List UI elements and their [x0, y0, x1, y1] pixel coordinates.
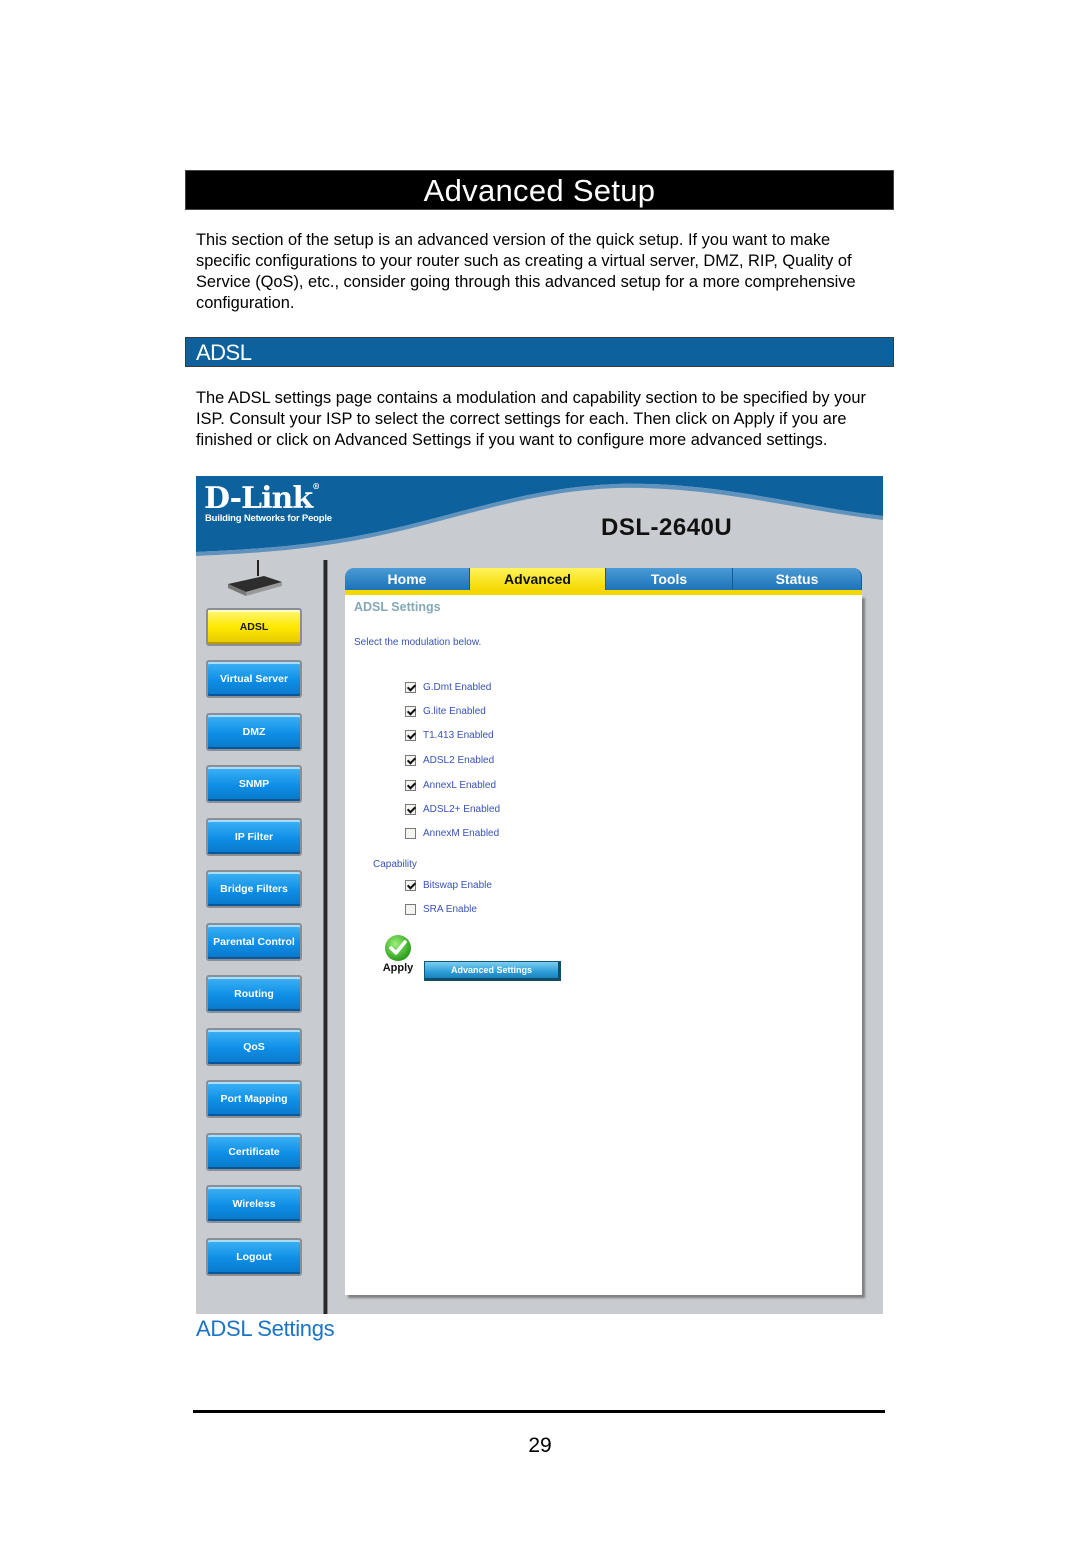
option-glite: G.lite Enabled	[405, 704, 486, 718]
apply-button[interactable]: Apply	[380, 935, 416, 979]
option-bitswap: Bitswap Enable	[405, 878, 492, 892]
glite-checkbox[interactable]	[405, 705, 416, 717]
section-paragraph: The ADSL settings page contains a modula…	[196, 389, 866, 449]
brand-name: D-Link	[204, 481, 313, 516]
apply-label: Apply	[382, 962, 414, 974]
sidebar-item-logout[interactable]: Logout	[206, 1238, 302, 1276]
registered-mark: ®	[312, 481, 320, 491]
brand-tagline: Building Networks for People	[205, 513, 332, 524]
option-adsl2: ADSL2 Enabled	[405, 753, 494, 767]
option-t1413: T1.413 Enabled	[405, 728, 494, 742]
annexm-checkbox[interactable]	[405, 827, 416, 839]
sidebar-item-ip-filter[interactable]: IP Filter	[206, 818, 302, 856]
adsl2plus-checkbox[interactable]	[405, 803, 416, 815]
model-name: DSL-2640U	[601, 514, 733, 541]
sidebar-item-parental-control[interactable]: Parental Control	[206, 923, 302, 961]
tab-advanced[interactable]: Advanced	[470, 568, 606, 590]
checkmark-icon	[385, 935, 411, 961]
top-tab-bar: Home Advanced Tools Status	[345, 568, 862, 590]
router-header: D-Link® Building Networks for People DSL…	[196, 476, 883, 556]
sra-label: SRA Enable	[423, 903, 477, 915]
option-annexl: AnnexL Enabled	[405, 778, 496, 792]
sidebar-item-wireless[interactable]: Wireless	[206, 1185, 302, 1223]
router-device-icon	[224, 558, 284, 600]
sidebar-item-port-mapping[interactable]: Port Mapping	[206, 1080, 302, 1118]
panel-title: ADSL Settings	[354, 600, 441, 614]
adsl2-label: ADSL2 Enabled	[423, 754, 495, 766]
option-gdmt: G.Dmt Enabled	[405, 680, 491, 694]
annexl-checkbox[interactable]	[405, 779, 416, 791]
adsl2plus-label: ADSL2+ Enabled	[423, 803, 501, 815]
dlink-logo: D-Link®	[204, 481, 320, 516]
sidebar-item-certificate[interactable]: Certificate	[206, 1133, 302, 1171]
adsl2-checkbox[interactable]	[405, 754, 416, 766]
sidebar-item-routing[interactable]: Routing	[206, 975, 302, 1013]
sra-checkbox[interactable]	[405, 903, 416, 915]
page-number: 29	[528, 1434, 552, 1457]
tab-tools[interactable]: Tools	[606, 568, 733, 590]
capability-heading: Capability	[373, 859, 417, 870]
tab-home[interactable]: Home	[345, 568, 470, 590]
figure-caption: ADSL Settings	[196, 1316, 335, 1341]
modulation-instruction: Select the modulation below.	[354, 637, 482, 648]
option-annexm: AnnexM Enabled	[405, 826, 499, 840]
option-adsl2plus: ADSL2+ Enabled	[405, 802, 500, 816]
section-heading-adsl: ADSL	[185, 337, 894, 367]
sidebar-item-adsl[interactable]: ADSL	[206, 608, 302, 646]
sidebar-item-virtual-server[interactable]: Virtual Server	[206, 660, 302, 698]
annexl-label: AnnexL Enabled	[423, 779, 497, 791]
option-sra: SRA Enable	[405, 902, 477, 916]
annexm-label: AnnexM Enabled	[423, 827, 500, 839]
page-title: Advanced Setup	[185, 170, 894, 210]
glite-label: G.lite Enabled	[423, 705, 486, 717]
sidebar-item-dmz[interactable]: DMZ	[206, 713, 302, 751]
sidebar-item-bridge-filters[interactable]: Bridge Filters	[206, 870, 302, 908]
tab-status[interactable]: Status	[733, 568, 862, 590]
sidebar-item-qos[interactable]: QoS	[206, 1028, 302, 1066]
bitswap-checkbox[interactable]	[405, 879, 416, 891]
footer-rule	[193, 1410, 885, 1413]
sidebar-divider	[323, 560, 328, 1314]
sidebar-item-snmp[interactable]: SNMP	[206, 765, 302, 803]
adsl-settings-panel: ADSL Settings Select the modulation belo…	[345, 595, 862, 1295]
t1413-checkbox[interactable]	[405, 729, 416, 741]
router-ui-screenshot: D-Link® Building Networks for People DSL…	[196, 476, 883, 1314]
t1413-label: T1.413 Enabled	[423, 729, 494, 741]
gdmt-checkbox[interactable]	[405, 681, 416, 693]
bitswap-label: Bitswap Enable	[423, 879, 492, 891]
gdmt-label: G.Dmt Enabled	[423, 681, 492, 693]
intro-paragraph: This section of the setup is an advanced…	[196, 231, 856, 312]
advanced-settings-button[interactable]: Advanced Settings	[424, 961, 561, 981]
